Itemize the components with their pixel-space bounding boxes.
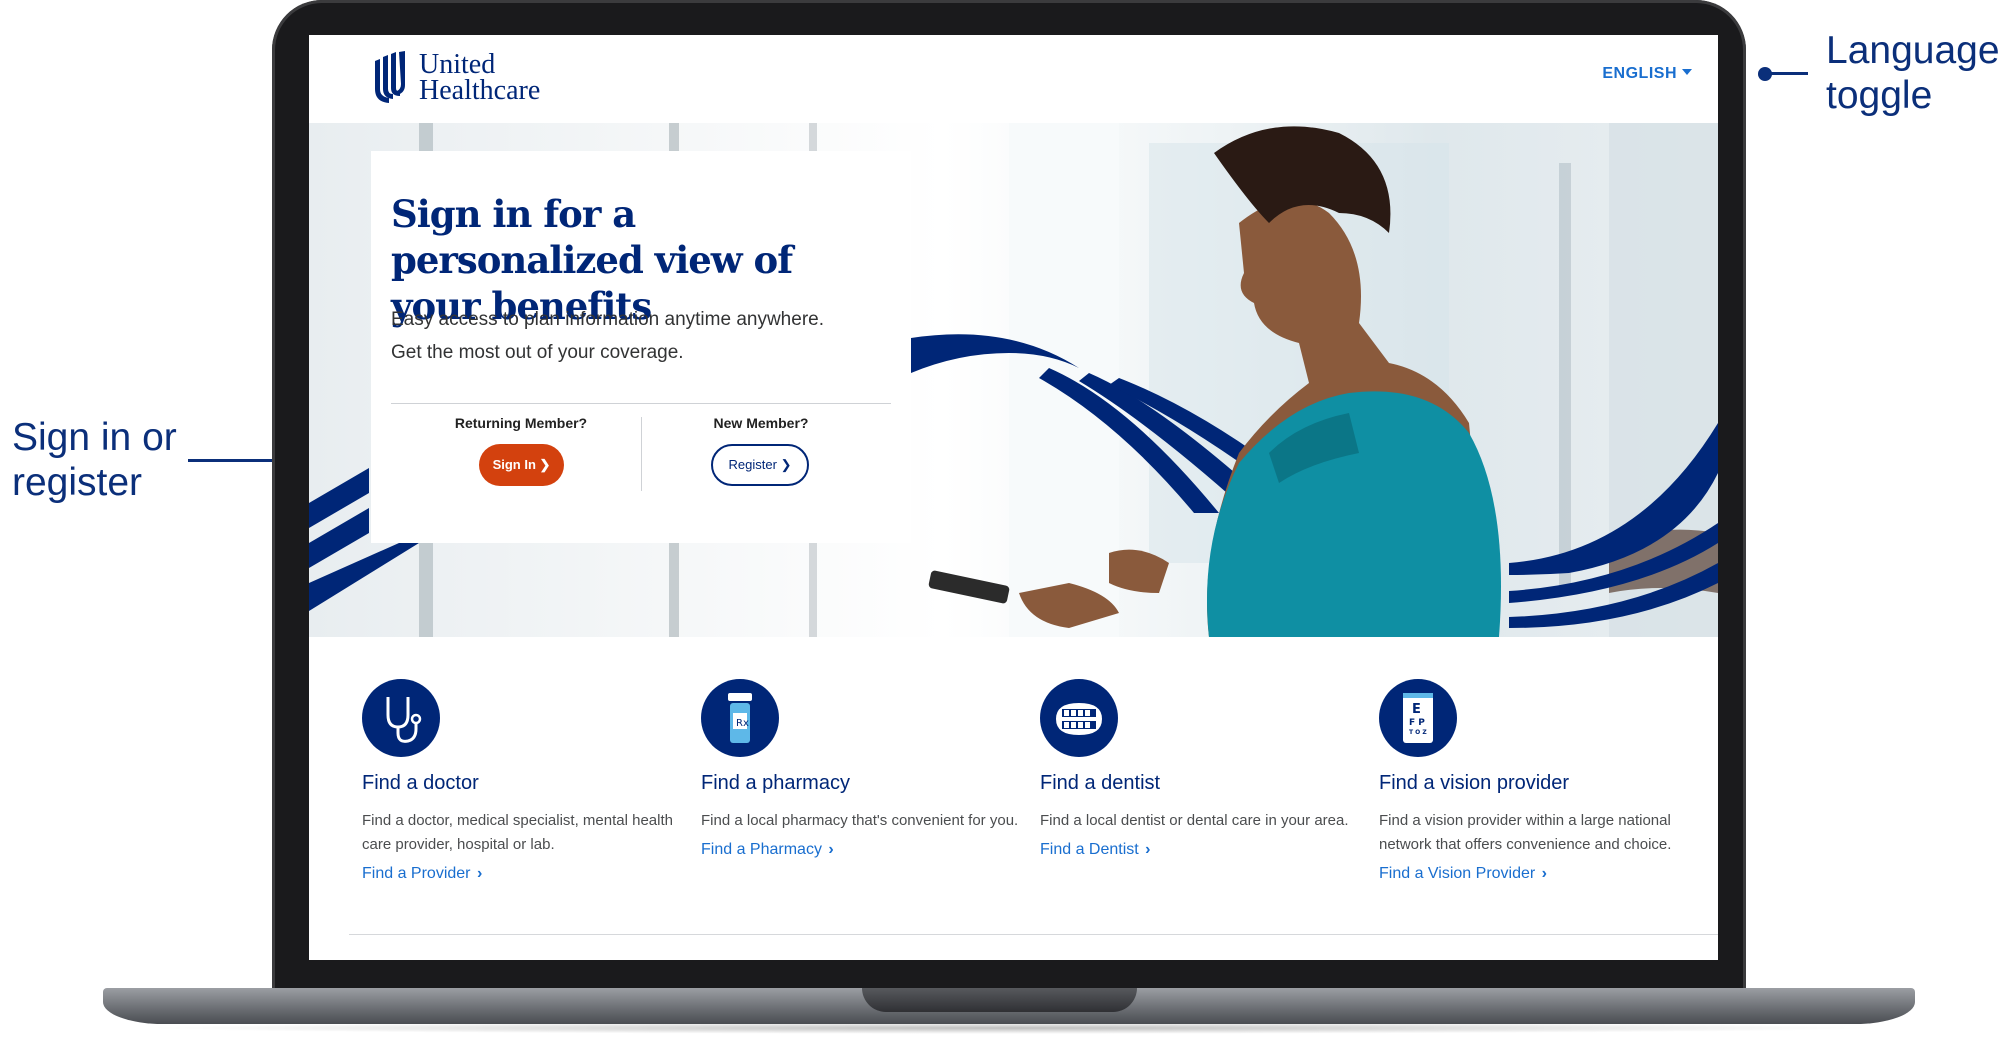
link-label: Find a Vision Provider — [1379, 865, 1536, 882]
logo-wordmark: United Healthcare — [419, 51, 541, 106]
subtitle-line-2: Get the most out of your coverage. — [391, 342, 684, 363]
feature-title: Find a dentist — [1040, 772, 1161, 794]
callout-language-toggle: Language toggle — [1826, 28, 1999, 118]
laptop-notch — [862, 988, 1137, 1012]
chevron-right-icon: › — [1140, 841, 1151, 858]
link-label: Find a Pharmacy — [701, 841, 822, 858]
sign-in-button[interactable]: Sign In ❯ — [479, 444, 564, 486]
section-divider — [349, 934, 1718, 935]
feature-section: Find a doctor Find a doctor, medical spe… — [309, 637, 1718, 960]
register-label: Register — [728, 457, 777, 472]
link-label: Find a Dentist — [1040, 841, 1139, 858]
card-column-divider — [641, 417, 642, 491]
feature-find-vision: E F P T O Z Find a vision provider Find … — [1379, 679, 1709, 883]
feature-find-doctor: Find a doctor Find a doctor, medical spe… — [362, 679, 692, 883]
chevron-right-icon: › — [1537, 865, 1548, 882]
signin-card: Sign in for a personalized view of your … — [371, 151, 911, 543]
callout-line-2: toggle — [1826, 74, 1933, 117]
hero-banner: Sign in for a personalized view of your … — [309, 123, 1718, 637]
teeth-icon — [1040, 679, 1118, 757]
uhc-logo[interactable]: United Healthcare — [373, 50, 540, 106]
sign-in-label: Sign In — [492, 457, 536, 472]
stethoscope-icon — [362, 679, 440, 757]
signin-subtitle: Easy access to plan information anytime … — [391, 303, 891, 369]
returning-member-label: Returning Member? — [454, 415, 588, 431]
find-provider-link[interactable]: Find a Provider › — [362, 865, 482, 883]
uhc-shield-icon — [373, 51, 409, 105]
callout-sign-in-register: Sign in or register — [12, 415, 177, 505]
svg-text:E: E — [1412, 702, 1421, 717]
find-vision-provider-link[interactable]: Find a Vision Provider › — [1379, 865, 1547, 883]
callout-line-1: Language — [1826, 29, 1999, 72]
register-button[interactable]: Register ❯ — [711, 444, 809, 486]
subtitle-line-1: Easy access to plan information anytime … — [391, 309, 824, 330]
card-divider — [391, 403, 891, 404]
site-header: United Healthcare ENGLISH — [309, 35, 1718, 123]
link-label: Find a Provider — [362, 865, 471, 882]
eye-chart-icon: E F P T O Z — [1379, 679, 1457, 757]
pill-bottle-icon: Rx — [701, 679, 779, 757]
feature-title: Find a doctor — [362, 772, 479, 794]
laptop-screen: United Healthcare ENGLISH Sign in for a … — [309, 35, 1718, 960]
svg-text:F P: F P — [1409, 718, 1425, 728]
caret-down-icon — [1682, 69, 1692, 75]
feature-description: Find a vision provider within a large na… — [1379, 812, 1672, 853]
chevron-right-icon: ❯ — [780, 457, 792, 472]
svg-text:T O Z: T O Z — [1409, 729, 1427, 736]
callout-line-2: register — [12, 461, 143, 504]
language-toggle[interactable]: ENGLISH — [1602, 65, 1692, 83]
svg-text:Rx: Rx — [736, 718, 749, 729]
chevron-right-icon: › — [472, 865, 483, 882]
feature-description: Find a local pharmacy that's convenient … — [701, 812, 1019, 829]
callout-dot-right — [1758, 67, 1772, 81]
chevron-right-icon: ❯ — [539, 457, 551, 472]
feature-find-pharmacy: Rx Find a pharmacy Find a local pharmacy… — [701, 679, 1031, 859]
logo-line-2: Healthcare — [419, 75, 541, 106]
feature-description: Find a doctor, medical specialist, menta… — [362, 812, 673, 853]
feature-title: Find a vision provider — [1379, 772, 1570, 794]
chevron-right-icon: › — [823, 841, 834, 858]
find-dentist-link[interactable]: Find a Dentist › — [1040, 841, 1151, 859]
feature-title: Find a pharmacy — [701, 772, 850, 794]
feature-description: Find a local dentist or dental care in y… — [1040, 812, 1349, 829]
new-member-label: New Member? — [713, 415, 809, 431]
callout-line-1: Sign in or — [12, 416, 177, 459]
feature-find-dentist: Find a dentist Find a local dentist or d… — [1040, 679, 1370, 859]
find-pharmacy-link[interactable]: Find a Pharmacy › — [701, 841, 834, 859]
language-label: ENGLISH — [1602, 65, 1677, 82]
